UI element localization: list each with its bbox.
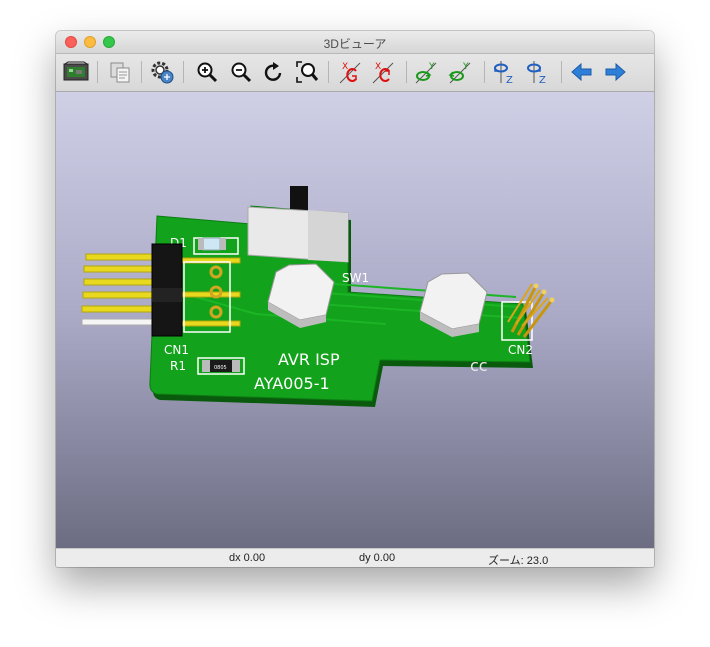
rotate-x-ccw-icon: X — [372, 62, 394, 84]
toolbar-separator — [97, 61, 98, 83]
zoom-fit-button[interactable] — [294, 59, 320, 85]
redraw-button[interactable] — [261, 59, 287, 85]
arrow-left-icon — [571, 62, 592, 82]
axis-z-label: Z — [506, 75, 513, 85]
led-pad — [220, 238, 226, 250]
r1-pad — [202, 360, 210, 372]
toolbar-separator — [484, 61, 485, 83]
rotate-y-cw-icon: Y — [415, 62, 437, 84]
r1-value: 0805 — [214, 365, 227, 371]
rotate-y-ccw-button[interactable]: Y — [448, 59, 474, 85]
axis-x-label: X — [375, 62, 381, 72]
gear-icon — [151, 61, 174, 84]
toolbar-separator — [183, 61, 184, 83]
cn2-header-pins — [507, 283, 555, 338]
title-bar: 3Dビューア — [56, 31, 654, 54]
axis-y-label: Y — [428, 62, 435, 72]
toolbar-separator — [141, 61, 142, 83]
led-d1 — [202, 237, 221, 251]
move-left-button[interactable] — [569, 59, 595, 85]
axis-y-label: Y — [462, 62, 469, 72]
toolbar-separator — [328, 61, 329, 83]
move-right-button[interactable] — [602, 59, 628, 85]
switch-lever — [290, 186, 308, 210]
board-part-number: AYA005-1 — [254, 374, 330, 393]
sw1-label: SW1 — [342, 271, 369, 285]
cn1-label: CN1 — [164, 343, 189, 357]
r1-pad — [232, 360, 240, 372]
rotate-z-cw-icon: Z — [494, 61, 513, 85]
cn1-header-divider — [152, 288, 182, 302]
toolbar: X X Y Y Z Z — [56, 54, 654, 92]
toolbar-separator — [406, 61, 407, 83]
r1-label: R1 — [170, 359, 186, 373]
redraw-icon — [264, 62, 282, 81]
rotate-z-cw-button[interactable]: Z — [492, 59, 518, 85]
status-bar: dx 0.00 dy 0.00 ズーム: 23.0 — [56, 548, 654, 567]
copy-image-button[interactable] — [107, 59, 133, 85]
board-title: AVR ISP — [278, 350, 340, 369]
window-title: 3Dビューア — [323, 37, 387, 51]
viewer-window: 3Dビューア X X Y Y Z Z D1 SW1 cc CN1 R1 0805… — [56, 31, 654, 567]
rotate-x-cw-icon: X — [339, 62, 361, 84]
reload-board-button[interactable] — [63, 59, 89, 85]
zoom-in-button[interactable] — [194, 59, 220, 85]
toolbar-separator — [561, 61, 562, 83]
led-pad — [198, 238, 204, 250]
zoom-out-button[interactable] — [228, 59, 254, 85]
status-zoom: ズーム: 23.0 — [488, 555, 549, 567]
cn2-label: CN2 — [508, 343, 533, 357]
zoom-out-icon — [231, 62, 252, 83]
status-dy: dy 0.00 — [359, 552, 396, 564]
copy-image-icon — [110, 62, 130, 83]
pcb-3d-render: D1 SW1 cc CN1 R1 0805 AVR ISP AYA005-1 C… — [81, 186, 555, 407]
cc-mark: cc — [470, 356, 488, 375]
reload-board-icon — [63, 61, 89, 81]
rotate-x-ccw-button[interactable]: X — [371, 59, 397, 85]
arrow-right-icon — [605, 62, 626, 82]
rotate-x-cw-button[interactable]: X — [338, 59, 364, 85]
rotate-y-ccw-icon: Y — [448, 62, 471, 84]
status-dx: dx 0.00 — [229, 552, 266, 564]
switch-side — [308, 210, 348, 262]
rotate-z-ccw-button[interactable]: Z — [525, 59, 551, 85]
options-button[interactable] — [149, 59, 175, 85]
axis-z-label: Z — [539, 75, 546, 85]
zoom-fit-icon — [296, 61, 319, 83]
3d-viewport[interactable]: D1 SW1 cc CN1 R1 0805 AVR ISP AYA005-1 C… — [56, 92, 654, 548]
rotate-z-ccw-icon: Z — [527, 61, 546, 85]
rotate-y-cw-button[interactable]: Y — [414, 59, 440, 85]
zoom-in-icon — [197, 62, 218, 83]
axis-x-label: X — [342, 62, 348, 72]
